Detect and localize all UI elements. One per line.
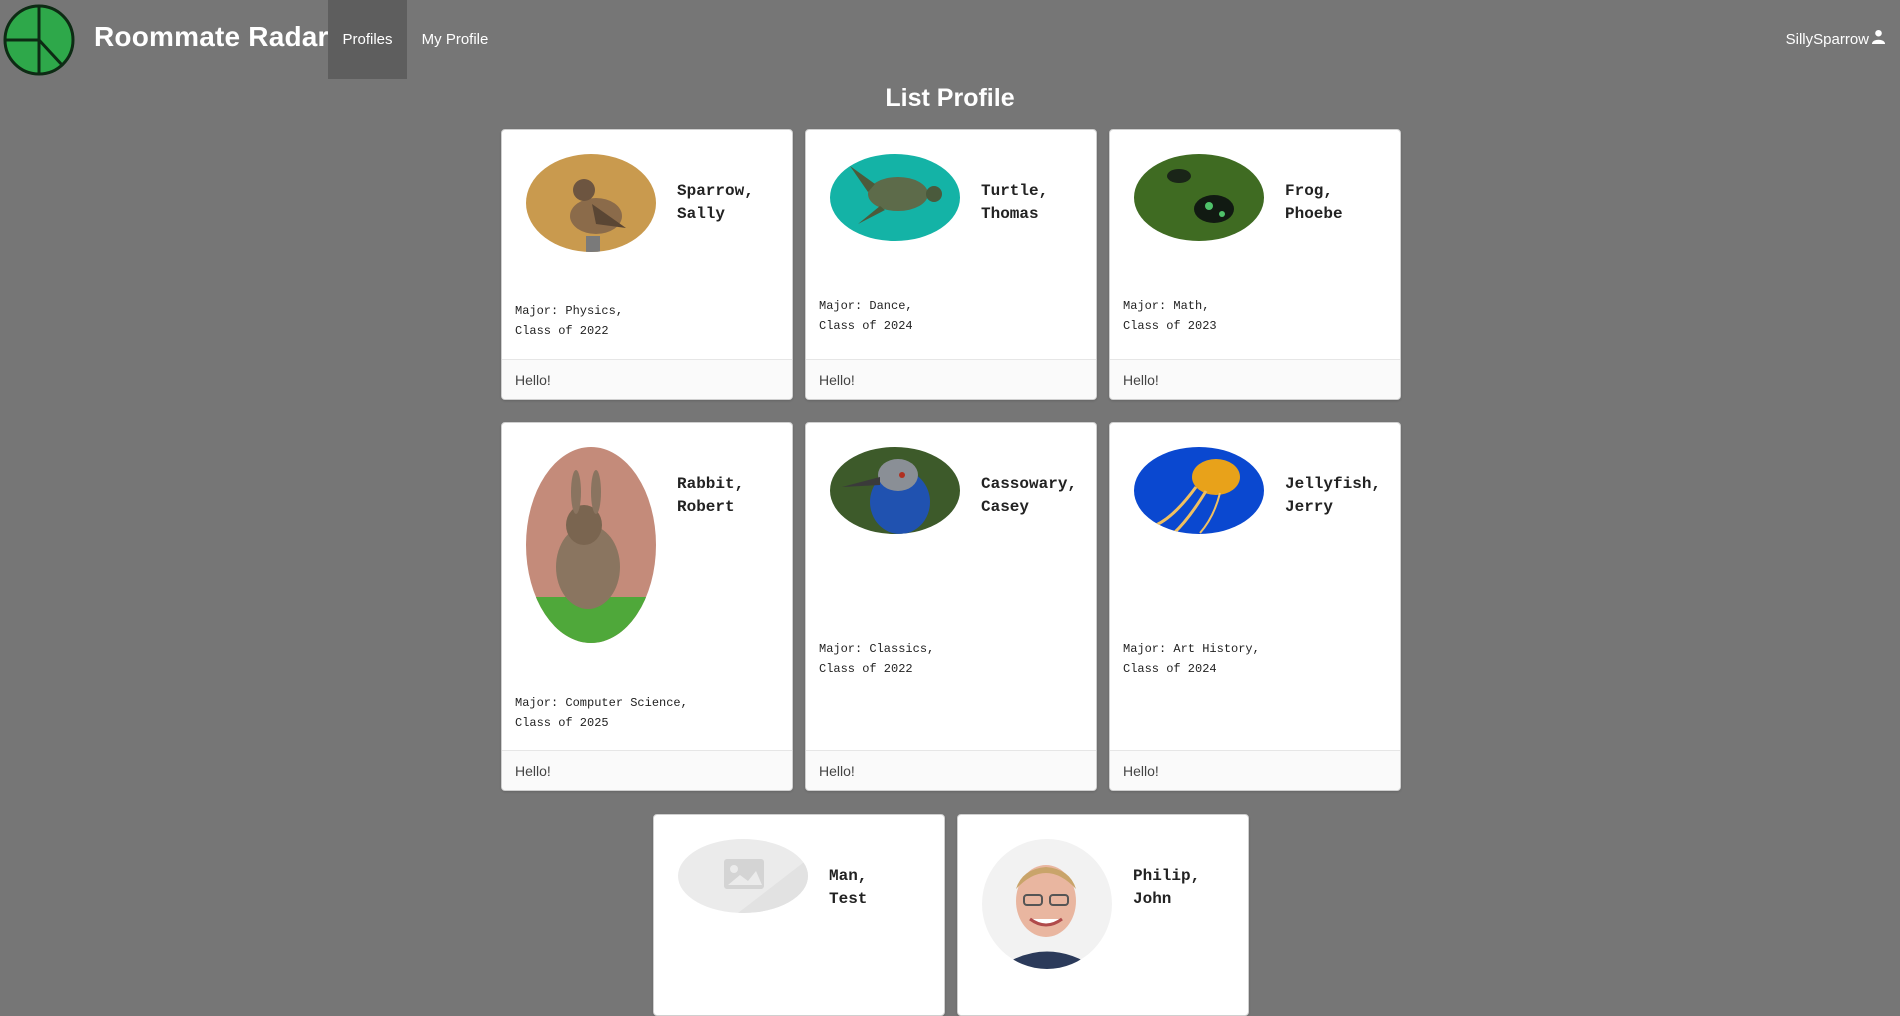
profile-name-line1: Turtle, (981, 182, 1049, 200)
profile-description: Major: Computer Science, Class of 2025 (515, 693, 775, 733)
profile-class: Class of 2022 (819, 662, 913, 676)
profile-major: Major: Physics, (515, 304, 624, 318)
user-menu[interactable]: SillySparrow (1786, 0, 1886, 79)
profile-name-line2: Sally (677, 205, 726, 223)
profile-name-line2: Phoebe (1285, 205, 1343, 223)
profile-name: Cassowary, Casey (981, 473, 1091, 519)
profile-name-line1: Rabbit, (677, 475, 745, 493)
profile-name-line2: Casey (981, 498, 1030, 516)
profile-image-sparrow (526, 154, 656, 252)
profile-image-jellyfish (1134, 447, 1264, 534)
profile-class: Class of 2024 (1123, 662, 1217, 676)
profile-name: Jellyfish, Jerry (1285, 473, 1395, 519)
profile-description: Major: Physics, Class of 2022 (515, 301, 775, 341)
radar-logo-icon[interactable] (3, 4, 75, 76)
profile-footer: Hello! (502, 750, 792, 790)
profile-image-rabbit (526, 447, 656, 643)
profile-footer: Hello! (1110, 750, 1400, 790)
profile-card: Philip, John (957, 814, 1249, 1016)
page-title: List Profile (885, 84, 1015, 112)
profile-name: Sparrow, Sally (677, 180, 787, 226)
profile-description: Major: Classics, Class of 2022 (819, 639, 1079, 679)
profile-name: Turtle, Thomas (981, 180, 1091, 226)
user-icon (1871, 0, 1886, 79)
profile-name-line2: Thomas (981, 205, 1039, 223)
nav-my-profile[interactable]: My Profile (412, 0, 498, 79)
profile-name-line1: Cassowary, (981, 475, 1078, 493)
profile-class: Class of 2024 (819, 319, 913, 333)
profile-card: Turtle, Thomas Major: Dance, Class of 20… (805, 129, 1097, 400)
profile-description: Major: Art History, Class of 2024 (1123, 639, 1383, 679)
navbar: Roommate Radar Profiles My Profile Silly… (0, 0, 1900, 79)
nav-profiles[interactable]: Profiles (328, 0, 407, 79)
profile-card: Man, Test (653, 814, 945, 1016)
profile-major: Major: Art History, (1123, 642, 1260, 656)
profile-name-line2: John (1133, 890, 1172, 908)
profile-image-placeholder (678, 839, 808, 913)
profile-description: Major: Dance, Class of 2024 (819, 296, 1079, 336)
profile-class: Class of 2022 (515, 324, 609, 338)
profile-image-turtle (830, 154, 960, 241)
profile-name-line1: Man, (829, 867, 868, 885)
profile-name-line2: Test (829, 890, 868, 908)
profile-name-line2: Jerry (1285, 498, 1334, 516)
profile-name-line1: Philip, (1133, 867, 1201, 885)
profile-major: Major: Classics, (819, 642, 935, 656)
profile-footer: Hello! (806, 750, 1096, 790)
profile-major: Major: Math, (1123, 299, 1210, 313)
profile-major: Major: Computer Science, (515, 696, 688, 710)
profile-card: Jellyfish, Jerry Major: Art History, Cla… (1109, 422, 1401, 791)
profile-image-frog (1134, 154, 1264, 241)
username: SillySparrow (1785, 31, 1869, 48)
profile-image-person (982, 839, 1112, 969)
profile-name: Rabbit, Robert (677, 473, 787, 519)
profile-card: Cassowary, Casey Major: Classics, Class … (805, 422, 1097, 791)
profile-name-line2: Robert (677, 498, 735, 516)
profile-name-line1: Frog, (1285, 182, 1334, 200)
profile-name: Philip, John (1133, 865, 1243, 911)
profile-class: Class of 2023 (1123, 319, 1217, 333)
profile-name: Man, Test (829, 865, 939, 911)
profile-name-line1: Sparrow, (677, 182, 754, 200)
profile-footer: Hello! (806, 359, 1096, 399)
brand-title[interactable]: Roommate Radar (94, 21, 329, 53)
profile-description: Major: Math, Class of 2023 (1123, 296, 1383, 336)
profile-name-line1: Jellyfish, (1285, 475, 1382, 493)
profile-footer: Hello! (502, 359, 792, 399)
profile-footer: Hello! (1110, 359, 1400, 399)
profile-major: Major: Dance, (819, 299, 913, 313)
profile-image-cassowary (830, 447, 960, 534)
profile-card: Frog, Phoebe Major: Math, Class of 2023 … (1109, 129, 1401, 400)
profile-class: Class of 2025 (515, 716, 609, 730)
profile-name: Frog, Phoebe (1285, 180, 1395, 226)
profile-card: Rabbit, Robert Major: Computer Science, … (501, 422, 793, 791)
profile-card: Sparrow, Sally Major: Physics, Class of … (501, 129, 793, 400)
